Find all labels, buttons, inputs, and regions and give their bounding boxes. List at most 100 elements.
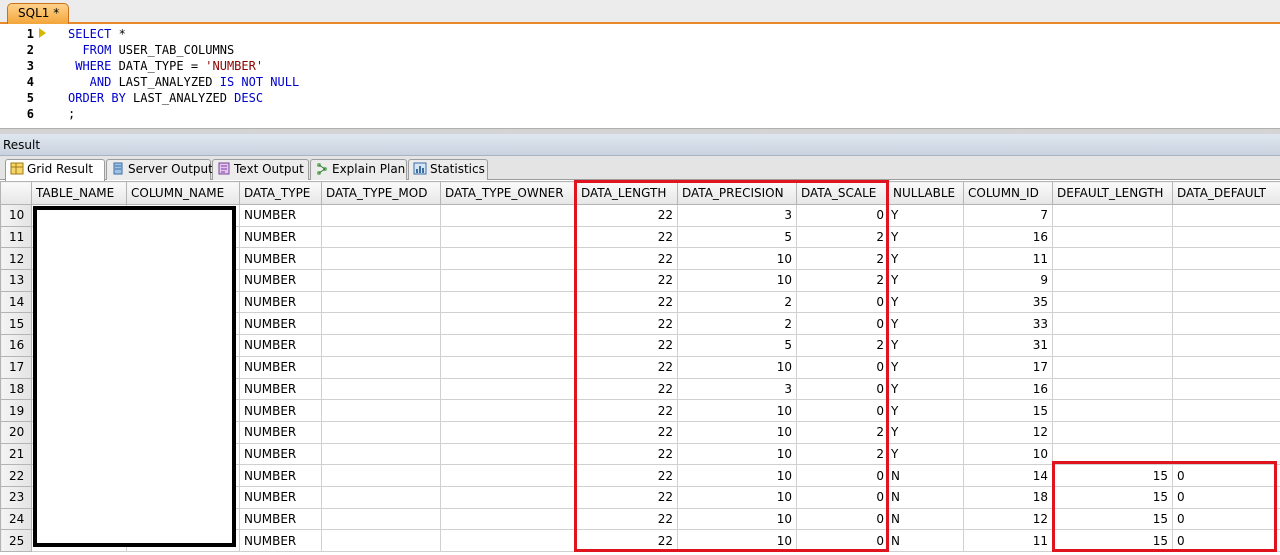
cell-default-length[interactable] <box>1052 204 1173 227</box>
cell-data-type-mod[interactable] <box>321 464 441 487</box>
cell-data-type-mod[interactable] <box>321 485 441 509</box>
cell-nullable[interactable]: Y <box>888 269 964 292</box>
cell-data-default[interactable] <box>1172 290 1280 314</box>
tab-grid-result[interactable]: Grid Result <box>5 159 105 181</box>
cell-column-id[interactable]: 31 <box>963 334 1053 357</box>
cell-data-type-mod[interactable] <box>321 247 441 271</box>
column-header-table-name[interactable]: TABLE_NAME <box>31 181 127 205</box>
cell-data-default[interactable] <box>1172 312 1280 336</box>
cell-data-type-owner[interactable] <box>440 269 577 292</box>
cell-data-type[interactable]: NUMBER <box>239 485 322 509</box>
cell-column-id[interactable]: 7 <box>963 204 1053 227</box>
code-line[interactable]: FROM USER_TAB_COLUMNS <box>68 42 234 58</box>
tab-server-output[interactable]: Server Output <box>106 159 213 180</box>
cell-nullable[interactable]: Y <box>888 420 964 444</box>
cell-data-type-mod[interactable] <box>321 290 441 314</box>
cell-data-type-mod[interactable] <box>321 420 441 444</box>
tab-statistics[interactable]: Statistics <box>408 159 488 180</box>
cell-data-type[interactable]: NUMBER <box>239 464 322 487</box>
cell-data-type-owner[interactable] <box>440 507 577 531</box>
cell-data-type[interactable]: NUMBER <box>239 204 322 227</box>
row-number[interactable]: 25 <box>0 529 32 552</box>
cell-nullable[interactable]: Y <box>888 399 964 422</box>
row-number[interactable]: 21 <box>0 442 32 466</box>
cell-data-type[interactable]: NUMBER <box>239 420 322 444</box>
code-line[interactable]: ; <box>68 106 75 122</box>
row-number[interactable]: 22 <box>0 464 32 487</box>
cell-data-type[interactable]: NUMBER <box>239 290 322 314</box>
cell-data-type-mod[interactable] <box>321 312 441 336</box>
cell-data-type-owner[interactable] <box>440 529 577 552</box>
row-number[interactable]: 12 <box>0 247 32 271</box>
cell-column-id[interactable]: 35 <box>963 290 1053 314</box>
row-number[interactable]: 17 <box>0 355 32 379</box>
tab-text-output[interactable]: Text Output <box>212 159 309 180</box>
cell-data-default[interactable] <box>1172 204 1280 227</box>
cell-data-type-owner[interactable] <box>440 204 577 227</box>
column-header-default-length[interactable]: DEFAULT_LENGTH <box>1052 181 1173 205</box>
column-header-column-name[interactable]: COLUMN_NAME <box>126 181 240 205</box>
cell-data-type[interactable]: NUMBER <box>239 334 322 357</box>
cell-data-default[interactable] <box>1172 269 1280 292</box>
cell-column-id[interactable]: 16 <box>963 377 1053 401</box>
cell-data-type-mod[interactable] <box>321 529 441 552</box>
cell-data-type-mod[interactable] <box>321 355 441 379</box>
grid-corner-cell[interactable] <box>0 181 32 205</box>
cell-default-length[interactable] <box>1052 399 1173 422</box>
cell-data-type-owner[interactable] <box>440 290 577 314</box>
cell-data-type-owner[interactable] <box>440 485 577 509</box>
row-number[interactable]: 18 <box>0 377 32 401</box>
column-header-column-id[interactable]: COLUMN_ID <box>963 181 1053 205</box>
cell-data-type[interactable]: NUMBER <box>239 355 322 379</box>
cell-data-default[interactable] <box>1172 334 1280 357</box>
row-number[interactable]: 23 <box>0 485 32 509</box>
cell-data-type[interactable]: NUMBER <box>239 399 322 422</box>
column-header-data-type[interactable]: DATA_TYPE <box>239 181 322 205</box>
column-header-data-type-owner[interactable]: DATA_TYPE_OWNER <box>440 181 577 205</box>
cell-column-id[interactable]: 18 <box>963 485 1053 509</box>
cell-default-length[interactable] <box>1052 290 1173 314</box>
cell-data-type-mod[interactable] <box>321 225 441 249</box>
cell-data-type-mod[interactable] <box>321 334 441 357</box>
row-number[interactable]: 16 <box>0 334 32 357</box>
cell-data-type-mod[interactable] <box>321 269 441 292</box>
cell-column-id[interactable]: 33 <box>963 312 1053 336</box>
code-line[interactable]: AND LAST_ANALYZED IS NOT NULL <box>68 74 300 90</box>
cell-column-id[interactable]: 16 <box>963 225 1053 249</box>
code-line[interactable]: SELECT * <box>68 26 126 42</box>
cell-data-type-owner[interactable] <box>440 399 577 422</box>
cell-data-type[interactable]: NUMBER <box>239 247 322 271</box>
cell-data-type-owner[interactable] <box>440 247 577 271</box>
cell-data-type[interactable]: NUMBER <box>239 377 322 401</box>
row-number[interactable]: 13 <box>0 269 32 292</box>
row-number[interactable]: 15 <box>0 312 32 336</box>
cell-default-length[interactable] <box>1052 334 1173 357</box>
cell-data-type-mod[interactable] <box>321 399 441 422</box>
cell-nullable[interactable]: Y <box>888 247 964 271</box>
cell-data-type-owner[interactable] <box>440 334 577 357</box>
code-line[interactable]: ORDER BY LAST_ANALYZED DESC <box>68 90 263 106</box>
cell-data-type[interactable]: NUMBER <box>239 269 322 292</box>
row-number[interactable]: 11 <box>0 225 32 249</box>
cell-nullable[interactable]: Y <box>888 334 964 357</box>
cell-data-type-mod[interactable] <box>321 442 441 466</box>
row-number[interactable]: 24 <box>0 507 32 531</box>
cell-data-type[interactable]: NUMBER <box>239 507 322 531</box>
cell-data-type-owner[interactable] <box>440 225 577 249</box>
cell-data-type-owner[interactable] <box>440 464 577 487</box>
cell-nullable[interactable]: N <box>888 485 964 509</box>
cell-column-id[interactable]: 17 <box>963 355 1053 379</box>
cell-default-length[interactable] <box>1052 225 1173 249</box>
cell-data-type[interactable]: NUMBER <box>239 442 322 466</box>
row-number[interactable]: 19 <box>0 399 32 422</box>
cell-column-id[interactable]: 12 <box>963 420 1053 444</box>
cell-nullable[interactable]: Y <box>888 377 964 401</box>
cell-nullable[interactable]: Y <box>888 225 964 249</box>
column-header-nullable[interactable]: NULLABLE <box>888 181 964 205</box>
cell-default-length[interactable] <box>1052 377 1173 401</box>
cell-nullable[interactable]: N <box>888 507 964 531</box>
cell-nullable[interactable]: N <box>888 529 964 552</box>
cell-nullable[interactable]: Y <box>888 355 964 379</box>
cell-column-id[interactable]: 9 <box>963 269 1053 292</box>
cell-data-default[interactable] <box>1172 377 1280 401</box>
